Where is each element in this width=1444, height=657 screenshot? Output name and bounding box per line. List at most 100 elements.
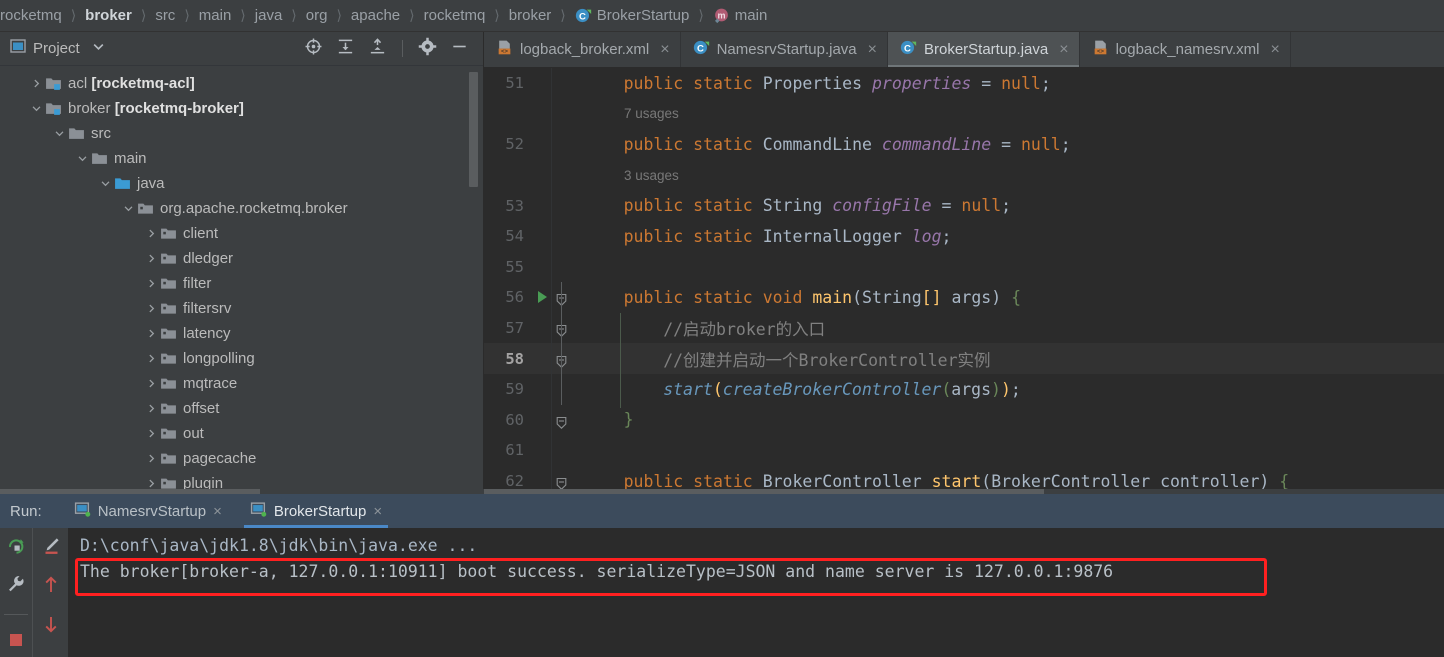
- scroll-up-icon[interactable]: [41, 575, 61, 600]
- project-tree-scrollbar[interactable]: [469, 72, 478, 187]
- tree-item-out[interactable]: out: [0, 421, 483, 446]
- settings-gear-icon[interactable]: [418, 37, 437, 61]
- tree-item-java[interactable]: java: [0, 171, 483, 196]
- rerun-icon[interactable]: [6, 536, 26, 561]
- chevron-down-icon[interactable]: [92, 40, 105, 58]
- tree-item-src[interactable]: src: [0, 121, 483, 146]
- chevron-right-icon[interactable]: [144, 228, 159, 239]
- editor-gutter[interactable]: [530, 343, 574, 374]
- tree-item-pagecache[interactable]: pagecache: [0, 446, 483, 471]
- run-gutter-icon[interactable]: [538, 291, 547, 304]
- breadcrumb-item-10[interactable]: m main: [713, 7, 767, 24]
- tree-item-mqtrace[interactable]: mqtrace: [0, 371, 483, 396]
- chevron-down-icon[interactable]: [29, 103, 44, 114]
- breadcrumb-item-4[interactable]: java: [255, 7, 283, 24]
- close-icon[interactable]: ×: [373, 503, 382, 520]
- tree-item-filtersrv[interactable]: filtersrv: [0, 296, 483, 321]
- editor-tab-label: NamesrvStartup.java: [716, 41, 857, 58]
- editor-tab-logback-broker[interactable]: <> logback_broker.xml ×: [484, 32, 681, 67]
- editor-tab-brokerstartup[interactable]: C BrokerStartup.java ×: [887, 32, 1080, 67]
- tree-item-longpolling[interactable]: longpolling: [0, 346, 483, 371]
- editor-gutter[interactable]: [530, 312, 574, 344]
- chevron-right-icon[interactable]: [144, 428, 159, 439]
- usages-hint-label[interactable]: 3 usages: [574, 168, 679, 183]
- breadcrumb-item-3[interactable]: main: [199, 7, 232, 24]
- scroll-down-icon[interactable]: [41, 614, 61, 639]
- editor-gutter[interactable]: [530, 405, 574, 436]
- project-tree[interactable]: acl [rocketmq-acl] broker [rocketmq-broke…: [0, 66, 483, 494]
- close-icon[interactable]: ×: [213, 503, 222, 520]
- close-icon[interactable]: ×: [1271, 41, 1280, 59]
- editor-gutter[interactable]: [530, 68, 574, 99]
- tree-item-dledger[interactable]: dledger: [0, 246, 483, 271]
- chevron-right-icon[interactable]: [144, 278, 159, 289]
- editor-tab-logback-namesrv[interactable]: <> logback_namesrv.xml ×: [1080, 32, 1291, 67]
- token-mth: (: [712, 379, 723, 399]
- tree-item-broker[interactable]: broker [rocketmq-broker]: [0, 96, 483, 121]
- chevron-down-icon[interactable]: [121, 203, 136, 214]
- editor-gutter[interactable]: [530, 435, 574, 466]
- editor-gutter[interactable]: [530, 282, 574, 313]
- expand-all-icon[interactable]: [336, 37, 355, 61]
- chevron-down-icon[interactable]: [75, 153, 90, 164]
- wrench-settings-icon[interactable]: [6, 574, 26, 599]
- run-tab-brokerstartup[interactable]: BrokerStartup ×: [236, 494, 396, 528]
- soft-wrap-icon[interactable]: [41, 536, 61, 561]
- locate-icon[interactable]: [304, 37, 323, 61]
- chevron-right-icon[interactable]: [29, 78, 44, 89]
- editor-gutter[interactable]: [530, 190, 574, 221]
- line-number: 58: [505, 349, 524, 368]
- usages-hint-label[interactable]: 7 usages: [574, 106, 679, 121]
- project-panel-header: Project: [0, 32, 483, 66]
- tree-item-acl[interactable]: acl [rocketmq-acl]: [0, 71, 483, 96]
- chevron-right-icon[interactable]: [144, 303, 159, 314]
- chevron-right-icon[interactable]: [144, 478, 159, 489]
- breadcrumb-item-0[interactable]: rocketmq: [0, 7, 62, 24]
- chevron-right-icon[interactable]: [144, 253, 159, 264]
- code-fold-icon[interactable]: [556, 475, 567, 490]
- close-icon[interactable]: ×: [868, 41, 877, 59]
- chevron-right-icon[interactable]: [144, 328, 159, 339]
- chevron-down-icon[interactable]: [52, 128, 67, 139]
- editor-gutter[interactable]: [530, 129, 574, 160]
- chevron-right-icon[interactable]: [144, 403, 159, 414]
- editor-gutter[interactable]: [530, 160, 574, 191]
- run-tab-namesrvstartup[interactable]: NamesrvStartup ×: [60, 494, 236, 528]
- breadcrumb-item-9[interactable]: C BrokerStartup: [575, 7, 689, 24]
- chevron-right-icon[interactable]: [144, 378, 159, 389]
- tree-item-main[interactable]: main: [0, 146, 483, 171]
- breadcrumb-item-6[interactable]: apache: [351, 7, 400, 24]
- tree-item-org.apache.rocketmq.broker[interactable]: org.apache.rocketmq.broker: [0, 196, 483, 221]
- code-line: 59 start(createBrokerController(args));: [484, 373, 1444, 405]
- breadcrumb-item-1[interactable]: broker: [85, 7, 132, 24]
- editor-gutter[interactable]: [530, 373, 574, 405]
- tree-item-filter[interactable]: filter: [0, 271, 483, 296]
- breadcrumb-separator: ⟩: [291, 7, 297, 23]
- chevron-down-icon[interactable]: [98, 178, 113, 189]
- scroll-to-top-icon[interactable]: [41, 653, 61, 657]
- chevron-right-icon[interactable]: [144, 453, 159, 464]
- close-icon[interactable]: ×: [1059, 41, 1068, 59]
- breadcrumb-item-5[interactable]: org: [306, 7, 328, 24]
- token-kw: void: [762, 287, 813, 307]
- collapse-all-icon[interactable]: [368, 37, 387, 61]
- editor-tab-namesrvstartup[interactable]: C NamesrvStartup.java ×: [681, 32, 888, 67]
- chevron-right-icon[interactable]: [144, 353, 159, 364]
- console-output[interactable]: D:\conf\java\jdk1.8\jdk\bin\java.exe ...…: [68, 528, 1444, 657]
- breadcrumb-item-2[interactable]: src: [155, 7, 175, 24]
- stop-icon[interactable]: [6, 630, 26, 655]
- breadcrumb-item-7[interactable]: rocketmq: [424, 7, 486, 24]
- close-icon[interactable]: ×: [660, 41, 669, 59]
- code-editor[interactable]: 51 public static Properties properties = …: [484, 68, 1444, 494]
- breadcrumb-item-8[interactable]: broker: [509, 7, 552, 24]
- tree-item-client[interactable]: client: [0, 221, 483, 246]
- editor-gutter[interactable]: [530, 99, 574, 130]
- tree-item-latency[interactable]: latency: [0, 321, 483, 346]
- code-fold-icon[interactable]: [556, 414, 567, 429]
- editor-gutter[interactable]: [530, 221, 574, 252]
- hide-panel-icon[interactable]: [450, 37, 469, 61]
- editor-gutter[interactable]: [530, 252, 574, 283]
- token-fld: configFile: [832, 196, 932, 216]
- token-type: String: [762, 196, 833, 216]
- tree-item-offset[interactable]: offset: [0, 396, 483, 421]
